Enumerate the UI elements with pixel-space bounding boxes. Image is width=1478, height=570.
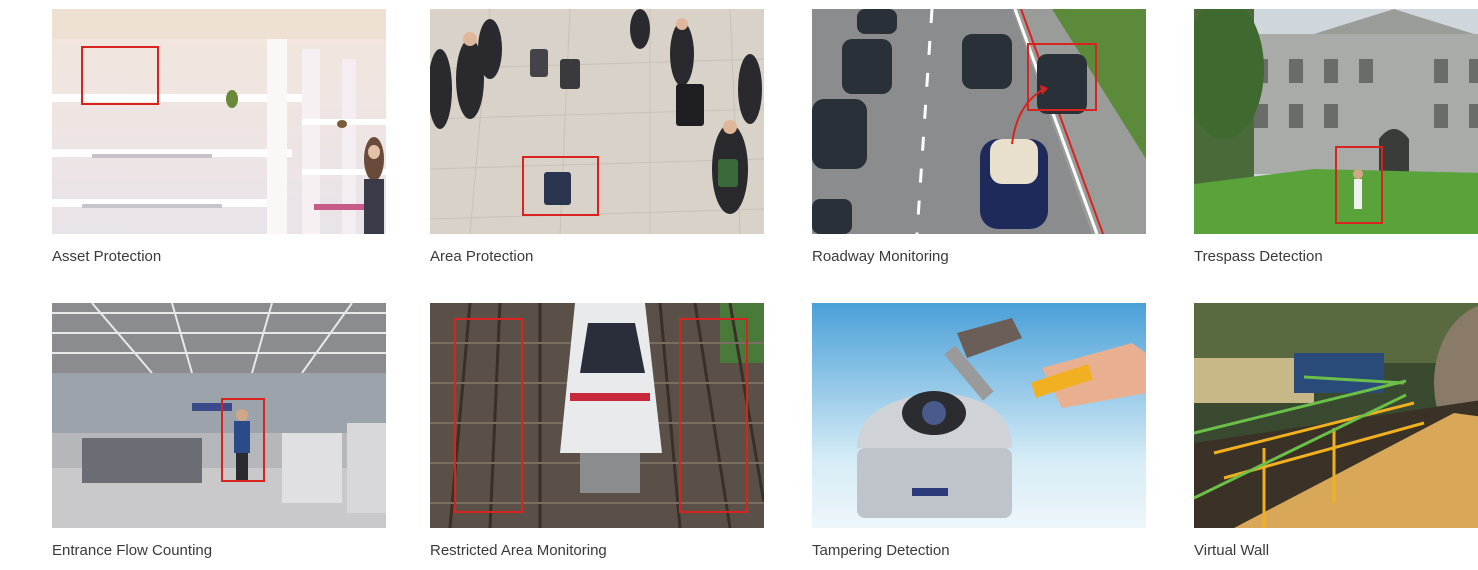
gallery-item-roadway-monitoring[interactable]: Roadway Monitoring [812, 9, 1146, 269]
gallery-item-trespass-detection[interactable]: Trespass Detection [1194, 9, 1478, 269]
entrance-flow-counting-image [52, 303, 386, 528]
trespass-detection-image [1194, 9, 1478, 234]
gallery-caption: Restricted Area Monitoring [430, 542, 607, 559]
gallery-item-entrance-flow-counting[interactable]: Entrance Flow Counting [52, 303, 386, 563]
asset-protection-image [52, 9, 386, 234]
gallery-item-tampering-detection[interactable]: Tampering Detection [812, 303, 1146, 563]
gallery-caption: Tampering Detection [812, 542, 950, 559]
gallery-item-area-protection[interactable]: Area Protection [430, 9, 764, 269]
gallery-caption: Entrance Flow Counting [52, 542, 213, 559]
virtual-wall-image [1194, 303, 1478, 528]
tampering-detection-image [812, 303, 1146, 528]
gallery-item-virtual-wall[interactable]: Virtual Wall [1194, 303, 1478, 563]
area-protection-image [430, 9, 764, 234]
gallery-caption: Area Protection [430, 248, 534, 265]
gallery-item-asset-protection[interactable]: Asset Protection [52, 9, 386, 269]
gallery-caption: Virtual Wall [1194, 542, 1270, 559]
gallery-item-restricted-area-monitoring[interactable]: Restricted Area Monitoring [430, 303, 764, 563]
gallery-caption: Trespass Detection [1194, 248, 1323, 265]
restricted-area-monitoring-image [430, 303, 764, 528]
gallery-caption: Roadway Monitoring [812, 248, 949, 265]
roadway-monitoring-image [812, 9, 1146, 234]
gallery-caption: Asset Protection [52, 248, 162, 265]
